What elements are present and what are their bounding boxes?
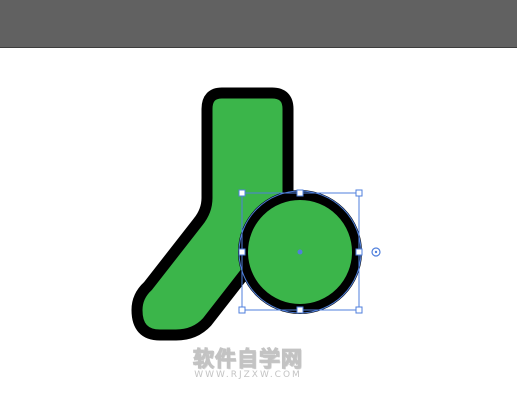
handle-bottom-center[interactable] <box>296 306 304 314</box>
handle-middle-right[interactable] <box>355 248 363 256</box>
live-shape-widget-dot <box>374 250 378 254</box>
watermark-url: WWW.RJZXW.COM <box>194 370 302 380</box>
artwork-layer <box>131 87 381 341</box>
center-point <box>297 249 303 255</box>
handle-top-right[interactable] <box>355 189 363 197</box>
handle-middle-left[interactable] <box>238 248 246 256</box>
handle-top-left[interactable] <box>238 189 246 197</box>
handle-top-center[interactable] <box>296 189 304 197</box>
watermark-logo-text: 软件自学网 <box>193 347 303 372</box>
handle-bottom-left[interactable] <box>238 306 246 314</box>
handle-bottom-right[interactable] <box>355 306 363 314</box>
